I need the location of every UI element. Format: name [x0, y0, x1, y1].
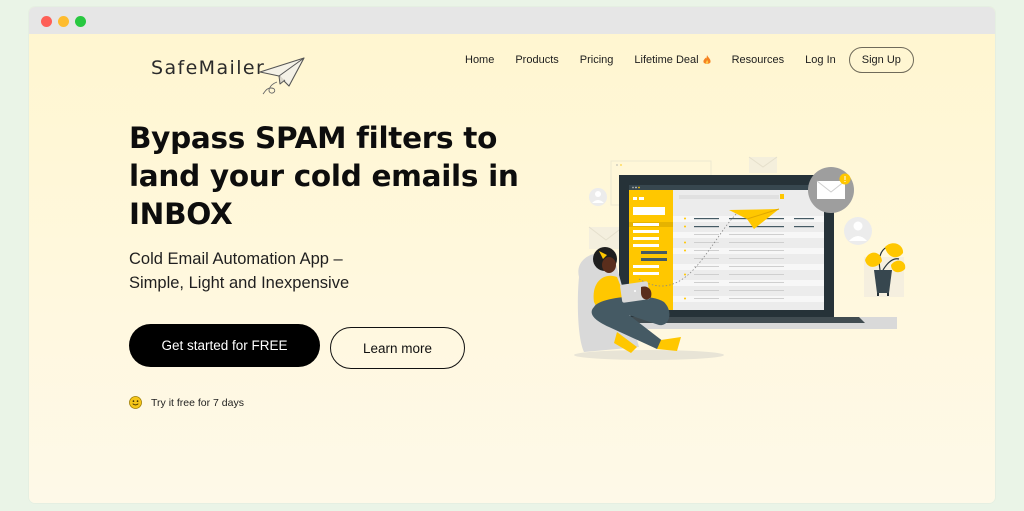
- close-window-button[interactable]: [41, 16, 52, 27]
- nav-pricing[interactable]: Pricing: [580, 54, 614, 66]
- browser-window: SafeMailer Home Products Pricing Lifetim…: [29, 7, 995, 503]
- nav-home[interactable]: Home: [465, 54, 494, 66]
- hero-illustration: [574, 156, 906, 360]
- hero-subtitle: Cold Email Automation App – Simple, Ligh…: [129, 247, 449, 295]
- hero-subtitle-line-2: Simple, Light and Inexpensive: [129, 274, 350, 292]
- nav-login[interactable]: Log In: [805, 54, 836, 66]
- maximize-window-button[interactable]: [75, 16, 86, 27]
- trial-note: Try it free for 7 days: [129, 396, 244, 409]
- learn-more-button[interactable]: Learn more: [330, 327, 465, 369]
- main-nav: Home Products Pricing Lifetime Deal Reso…: [465, 47, 914, 73]
- paper-plane-icon: [259, 57, 305, 95]
- hero-subtitle-line-1: Cold Email Automation App –: [129, 250, 343, 268]
- nav-products[interactable]: Products: [515, 54, 558, 66]
- flame-icon: [703, 55, 711, 64]
- hero-title: Bypass SPAM filters to land your cold em…: [129, 121, 519, 231]
- mail-notification-icon: [808, 167, 854, 213]
- smiley-icon: [129, 396, 142, 409]
- brand-name: SafeMailer: [151, 57, 266, 79]
- plant-decoration: [864, 243, 906, 297]
- user-avatar-icon: [844, 217, 872, 245]
- user-avatar-icon: [589, 188, 607, 206]
- trial-text: Try it free for 7 days: [151, 396, 244, 409]
- signup-button[interactable]: Sign Up: [848, 47, 914, 73]
- minimize-window-button[interactable]: [58, 16, 69, 27]
- brand-logo[interactable]: SafeMailer: [151, 52, 321, 102]
- window-titlebar: [29, 7, 995, 34]
- nav-lifetime-deal[interactable]: Lifetime Deal: [634, 54, 711, 66]
- get-started-button[interactable]: Get started for FREE: [129, 324, 320, 367]
- nav-resources[interactable]: Resources: [732, 54, 785, 66]
- nav-lifetime-deal-label: Lifetime Deal: [634, 54, 699, 66]
